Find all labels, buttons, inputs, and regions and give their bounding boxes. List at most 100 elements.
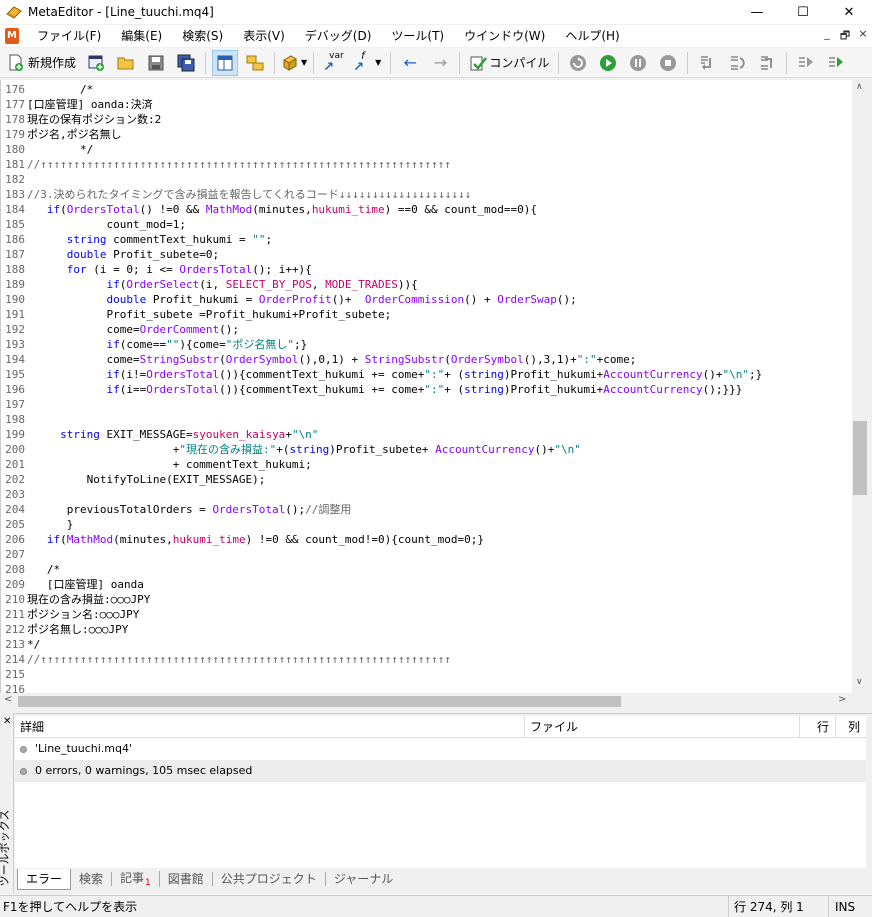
pause-debug-button[interactable] — [625, 50, 651, 76]
step-over-button[interactable] — [724, 50, 750, 76]
code-line[interactable]: 179 ポジ名,ポジ名無し — [1, 127, 852, 142]
scroll-right-icon[interactable]: > — [838, 694, 846, 705]
toolbox-close-icon[interactable]: ✕ — [3, 716, 11, 727]
code-line[interactable]: 211 ポジション名:○○○JPY — [1, 607, 852, 622]
new-file-button[interactable]: 新規作成 — [4, 50, 79, 76]
scroll-up-icon[interactable]: ∧ — [856, 82, 863, 92]
code-line[interactable]: 205 } — [1, 517, 852, 532]
compile-button[interactable]: コンパイル — [466, 50, 552, 76]
toolbox-toggle-button[interactable] — [242, 50, 268, 76]
tab-library[interactable]: 図書館 — [160, 872, 213, 886]
code-line[interactable]: 213 */ — [1, 637, 852, 652]
code-line[interactable]: 216 — [1, 682, 852, 693]
mdi-close-button[interactable]: × — [854, 27, 872, 46]
start-debug-button[interactable] — [595, 50, 621, 76]
restart-button[interactable] — [565, 50, 591, 76]
list-names-button[interactable]: var ↗ — [320, 50, 346, 76]
code-line[interactable]: 204 previousTotalOrders = OrdersTotal();… — [1, 502, 852, 517]
code-line[interactable]: 193 if(come==""){come="ポジ名無し";} — [1, 337, 852, 352]
column-col[interactable]: 列 — [836, 716, 866, 737]
code-line[interactable]: 180 */ — [1, 142, 852, 157]
chevron-down-icon[interactable]: ▼ — [375, 58, 381, 67]
code-line[interactable]: 214//↑↑↑↑↑↑↑↑↑↑↑↑↑↑↑↑↑↑↑↑↑↑↑↑↑↑↑↑↑↑↑↑↑↑↑… — [1, 652, 852, 667]
parameter-info-button[interactable]: f ↗ ▼ — [350, 50, 384, 76]
step-out-button[interactable] — [754, 50, 780, 76]
vertical-scroll-thumb[interactable] — [853, 421, 867, 495]
code-line[interactable]: 182 — [1, 172, 852, 187]
code-line[interactable]: 188 for (i = 0; i <= OrdersTotal(); i++)… — [1, 262, 852, 277]
mdi-restore-button[interactable]: 🗗 — [836, 27, 854, 46]
tab-search[interactable]: 検索 — [71, 872, 113, 886]
code-line[interactable]: 191 Profit_subete =Profit_hukumi+Profit_… — [1, 307, 852, 322]
vertical-scrollbar[interactable]: ∧ ∨ — [852, 80, 869, 693]
menu-edit[interactable]: 編集(E) — [111, 25, 172, 47]
code-line[interactable]: 208 /* — [1, 562, 852, 577]
code-line[interactable]: 187 double Profit_subete=0; — [1, 247, 852, 262]
table-row[interactable]: 0 errors, 0 warnings, 105 msec elapsed — [15, 760, 866, 782]
column-file[interactable]: ファイル — [525, 716, 800, 737]
code-line[interactable]: 181//↑↑↑↑↑↑↑↑↑↑↑↑↑↑↑↑↑↑↑↑↑↑↑↑↑↑↑↑↑↑↑↑↑↑↑… — [1, 157, 852, 172]
save-all-button[interactable] — [173, 50, 199, 76]
code-line[interactable]: 201 + commentText_hukumi; — [1, 457, 852, 472]
code-line[interactable]: 185 count_mod=1; — [1, 217, 852, 232]
code-line[interactable]: 207 — [1, 547, 852, 562]
code-line[interactable]: 198 — [1, 412, 852, 427]
code-line[interactable]: 215 — [1, 667, 852, 682]
tab-errors[interactable]: エラー — [17, 868, 72, 890]
menu-window[interactable]: ウインドウ(W) — [454, 25, 555, 47]
menu-tools[interactable]: ツール(T) — [381, 25, 454, 47]
open-button[interactable] — [113, 50, 139, 76]
save-button[interactable] — [143, 50, 169, 76]
code-line[interactable]: 183//3.決められたタイミングで含み損益を報告してくれるコード↓↓↓↓↓↓↓… — [1, 187, 852, 202]
scroll-left-icon[interactable]: < — [4, 694, 12, 705]
menu-file[interactable]: ファイル(F) — [27, 25, 111, 47]
code-line[interactable]: 212 ポジ名無し:○○○JPY — [1, 622, 852, 637]
test-button[interactable] — [793, 50, 819, 76]
tab-journal[interactable]: ジャーナル — [326, 872, 401, 886]
code-line[interactable]: 200 +"現在の含み損益:"+(string)Profit_subete+ A… — [1, 442, 852, 457]
code-line[interactable]: 196 if(i==OrdersTotal()){commentText_huk… — [1, 382, 852, 397]
maximize-button[interactable]: ☐ — [780, 0, 826, 24]
code-line[interactable]: 178 現在の保有ポジション数:2 — [1, 112, 852, 127]
run-test-button[interactable] — [823, 50, 849, 76]
code-editor[interactable]: 176 /* 177 [口座管理] oanda:決済 178 現在の保有ポジション数:2… — [0, 80, 852, 693]
code-line[interactable]: 202 NotifyToLine(EXIT_MESSAGE); — [1, 472, 852, 487]
styler-button[interactable]: ▼ — [281, 50, 307, 76]
code-line[interactable]: 210 現在の含み損益:○○○JPY — [1, 592, 852, 607]
step-into-button[interactable] — [694, 50, 720, 76]
close-button[interactable]: ✕ — [826, 0, 872, 24]
scroll-down-icon[interactable]: ∨ — [856, 677, 863, 687]
column-line[interactable]: 行 — [800, 716, 836, 737]
code-line[interactable]: 184 if(OrdersTotal() !=0 && MathMod(minu… — [1, 202, 852, 217]
document-icon[interactable]: M — [5, 28, 19, 44]
table-row[interactable]: 'Line_tuuchi.mq4' — [15, 738, 866, 760]
menu-help[interactable]: ヘルプ(H) — [555, 25, 629, 47]
stop-debug-button[interactable] — [655, 50, 681, 76]
forward-button[interactable]: → — [427, 50, 453, 76]
column-details[interactable]: 詳細 — [15, 716, 525, 737]
code-line[interactable]: 199 string EXIT_MESSAGE=syouken_kaisya+"… — [1, 427, 852, 442]
navigator-toggle-button[interactable] — [212, 49, 239, 76]
code-line[interactable]: 192 come=OrderComment(); — [1, 322, 852, 337]
code-line[interactable]: 197 — [1, 397, 852, 412]
chevron-down-icon[interactable]: ▼ — [301, 58, 307, 67]
menu-debug[interactable]: デバッグ(D) — [295, 25, 382, 47]
menu-search[interactable]: 検索(S) — [172, 25, 233, 47]
tab-articles[interactable]: 記事1 — [112, 871, 160, 888]
code-line[interactable]: 186 string commentText_hukumi = ""; — [1, 232, 852, 247]
tab-public-projects[interactable]: 公共プロジェクト — [213, 872, 326, 886]
menu-view[interactable]: 表示(V) — [233, 25, 295, 47]
code-line[interactable]: 209 [口座管理] oanda — [1, 577, 852, 592]
code-line[interactable]: 190 double Profit_hukumi = OrderProfit()… — [1, 292, 852, 307]
code-line[interactable]: 203 — [1, 487, 852, 502]
horizontal-scroll-thumb[interactable] — [18, 696, 621, 707]
back-button[interactable]: ← — [397, 50, 423, 76]
mdi-minimize-button[interactable]: _ — [818, 27, 836, 46]
code-line[interactable]: 176 /* — [1, 82, 852, 97]
code-line[interactable]: 177 [口座管理] oanda:決済 — [1, 97, 852, 112]
new-project-button[interactable] — [83, 50, 109, 76]
code-line[interactable]: 194 come=StringSubstr(OrderSymbol(),0,1)… — [1, 352, 852, 367]
code-line[interactable]: 189 if(OrderSelect(i, SELECT_BY_POS, MOD… — [1, 277, 852, 292]
minimize-button[interactable]: — — [734, 0, 780, 24]
code-line[interactable]: 195 if(i!=OrdersTotal()){commentText_huk… — [1, 367, 852, 382]
